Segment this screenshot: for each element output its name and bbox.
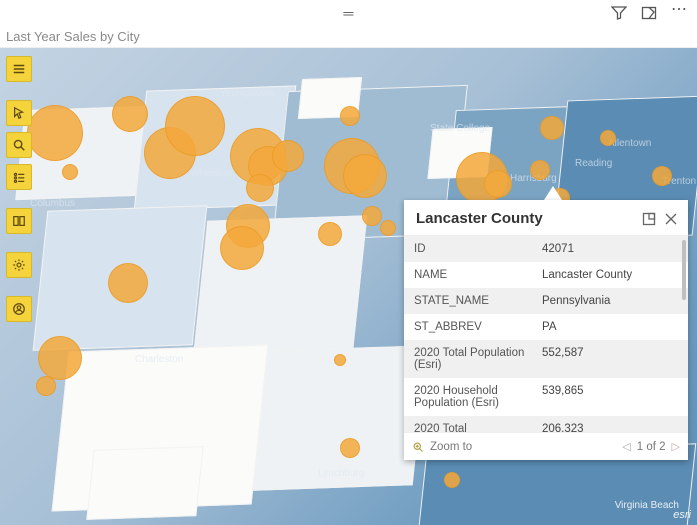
sales-marker[interactable] — [343, 154, 387, 198]
settings-icon[interactable] — [6, 252, 32, 278]
basemap-icon[interactable] — [6, 208, 32, 234]
sales-marker[interactable] — [444, 472, 460, 488]
popup-field-key: ID — [404, 236, 534, 262]
popup-field-value: 552,587 — [534, 340, 688, 378]
visual-title: Last Year Sales by City — [6, 29, 140, 44]
sales-marker[interactable] — [362, 206, 382, 226]
pager-next-icon[interactable]: ▷ — [672, 440, 680, 453]
feature-popup: Lancaster County ID42071NAMELancaster Co… — [404, 200, 688, 460]
pager-prev-icon[interactable]: ◁ — [622, 440, 630, 453]
visual-header: ⋯ — [611, 5, 687, 21]
popup-body[interactable]: ID42071NAMELancaster CountySTATE_NAMEPen… — [404, 236, 688, 432]
popup-pager: ◁ 1 of 2 ▷ — [622, 440, 680, 453]
sales-marker[interactable] — [108, 263, 148, 303]
popup-field-key: 2020 Total Households (Esri) — [404, 416, 534, 432]
map-toolbar — [6, 56, 32, 322]
dock-icon[interactable] — [642, 212, 656, 226]
menu-icon[interactable] — [6, 56, 32, 82]
popup-row: ST_ABBREVPA — [404, 314, 688, 340]
popup-footer: Zoom to ◁ 1 of 2 ▷ — [404, 432, 688, 460]
more-options-icon[interactable]: ⋯ — [671, 5, 687, 21]
popup-field-value: 206,323 — [534, 416, 688, 432]
sales-marker[interactable] — [38, 336, 82, 380]
popup-field-key: NAME — [404, 262, 534, 288]
sales-marker[interactable] — [112, 96, 148, 132]
county-polygon[interactable] — [86, 446, 203, 520]
visual-title-bar: Last Year Sales by City — [0, 26, 697, 48]
sales-marker[interactable] — [318, 222, 342, 246]
popup-row: 2020 Household Population (Esri)539,865 — [404, 378, 688, 416]
popup-row: 2020 Total Population (Esri)552,587 — [404, 340, 688, 378]
sales-marker[interactable] — [600, 130, 616, 146]
layers-icon[interactable] — [6, 164, 32, 190]
popup-row: ID42071 — [404, 236, 688, 262]
sales-marker[interactable] — [652, 166, 672, 186]
popup-field-value: Lancaster County — [534, 262, 688, 288]
county-polygon[interactable] — [253, 345, 428, 491]
sales-marker[interactable] — [27, 105, 83, 161]
popup-title: Lancaster County — [416, 210, 634, 227]
sales-marker[interactable] — [62, 164, 78, 180]
popup-field-value: Pennsylvania — [534, 288, 688, 314]
sales-marker[interactable] — [36, 376, 56, 396]
popup-header: Lancaster County — [404, 200, 688, 236]
close-icon[interactable] — [664, 212, 678, 226]
popup-field-value: 42071 — [534, 236, 688, 262]
popup-field-value: PA — [534, 314, 688, 340]
popup-field-key: STATE_NAME — [404, 288, 534, 314]
report-top-strip: ═ ⋯ — [0, 0, 697, 26]
sales-marker[interactable] — [530, 160, 550, 180]
sales-marker[interactable] — [220, 226, 264, 270]
sales-marker[interactable] — [165, 96, 225, 156]
popup-field-value: 539,865 — [534, 378, 688, 416]
popup-row: STATE_NAMEPennsylvania — [404, 288, 688, 314]
pager-label: 1 of 2 — [637, 441, 666, 453]
sales-marker[interactable] — [484, 170, 512, 198]
esri-attribution: esri — [673, 509, 691, 521]
sales-marker[interactable] — [380, 220, 396, 236]
search-icon[interactable] — [6, 132, 32, 158]
select-arrow-icon[interactable] — [6, 100, 32, 126]
sales-marker[interactable] — [334, 354, 346, 366]
popup-field-key: 2020 Total Population (Esri) — [404, 340, 534, 378]
popup-field-key: ST_ABBREV — [404, 314, 534, 340]
zoom-to-button[interactable]: Zoom to — [412, 441, 472, 453]
popup-row: 2020 Total Households (Esri)206,323 — [404, 416, 688, 432]
focus-mode-icon[interactable] — [641, 5, 657, 21]
user-icon[interactable] — [6, 296, 32, 322]
map-city-label: Columbus — [30, 198, 75, 209]
map-city-label: Virginia Beach — [615, 500, 679, 511]
sales-marker[interactable] — [340, 438, 360, 458]
sales-marker[interactable] — [272, 140, 304, 172]
zoom-to-label: Zoom to — [430, 441, 472, 453]
sales-marker[interactable] — [340, 106, 360, 126]
filter-icon[interactable] — [611, 5, 627, 21]
sales-marker[interactable] — [540, 116, 564, 140]
sales-marker[interactable] — [246, 174, 274, 202]
popup-pointer — [544, 186, 562, 200]
popup-row: NAMELancaster County — [404, 262, 688, 288]
popup-field-key: 2020 Household Population (Esri) — [404, 378, 534, 416]
collapse-menu-icon[interactable]: ═ — [344, 5, 354, 21]
